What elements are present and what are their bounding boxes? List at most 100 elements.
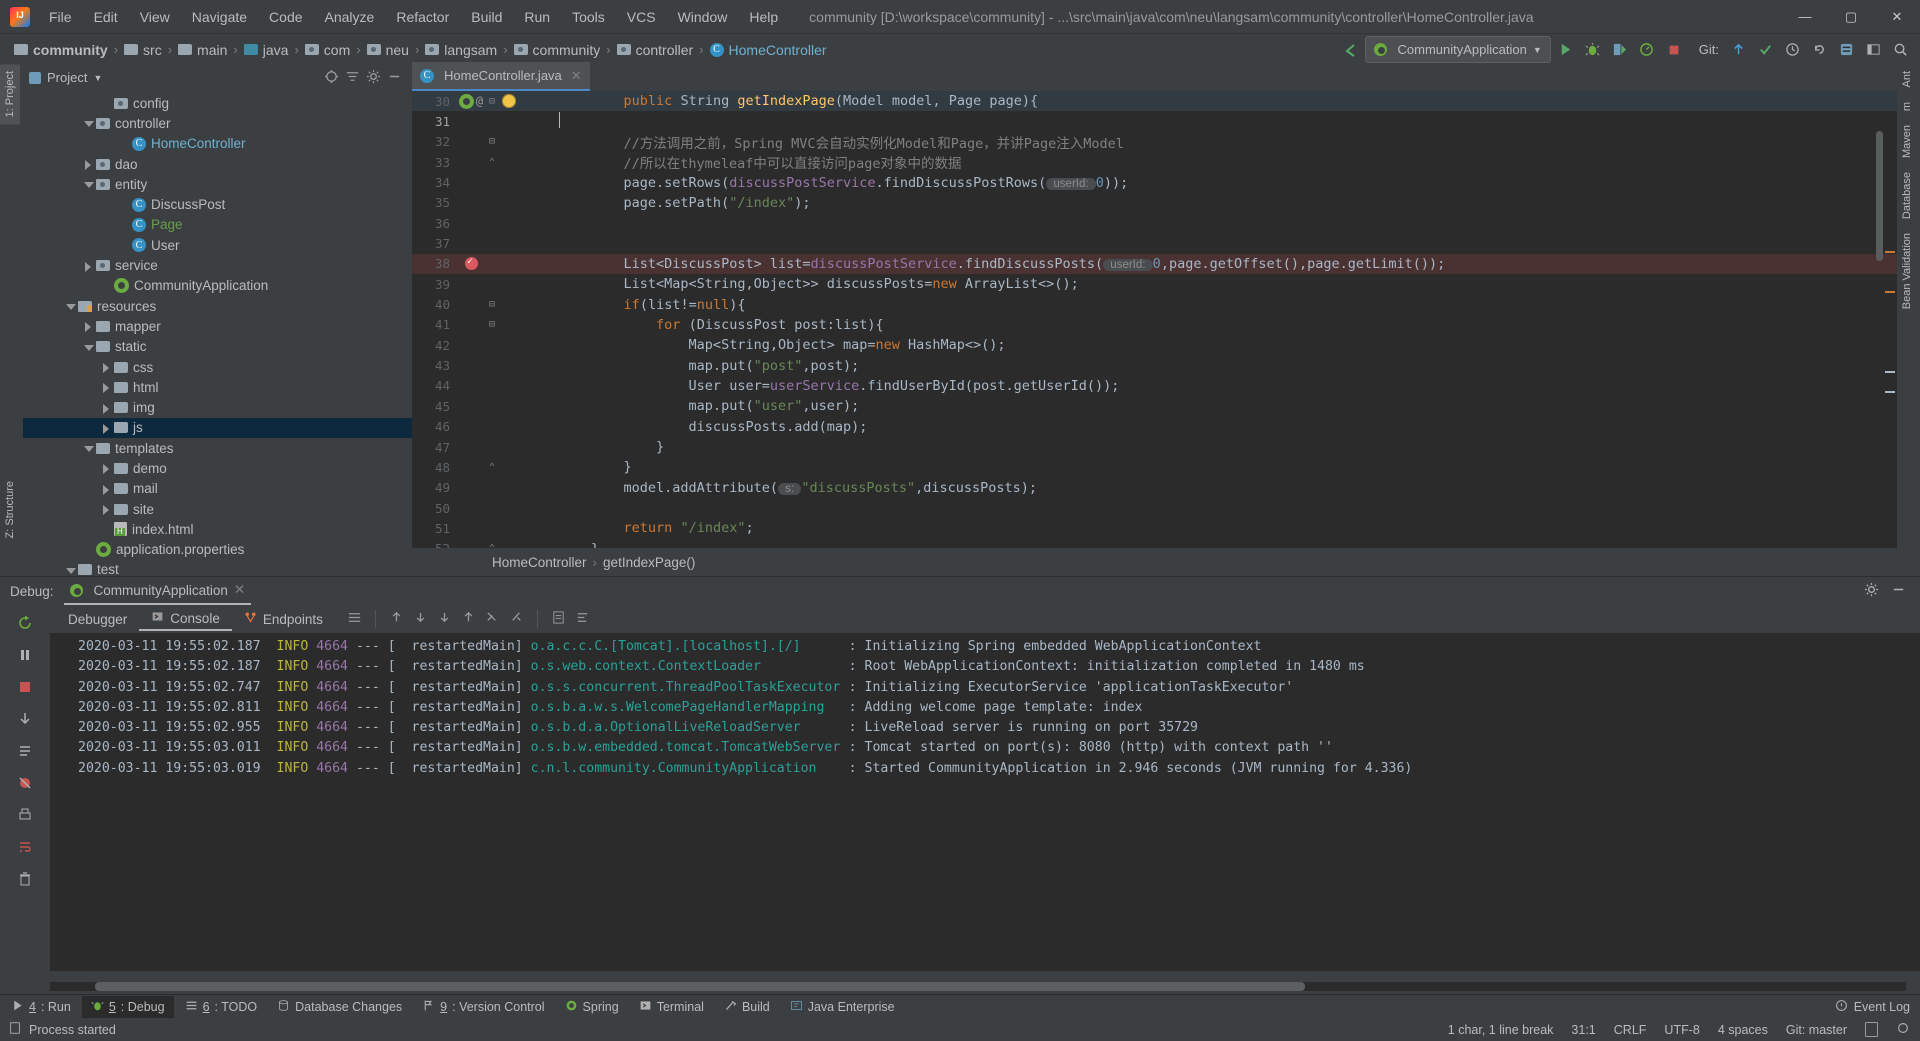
soft-wrap-icon[interactable] xyxy=(17,839,33,858)
tree-node-static[interactable]: static xyxy=(23,337,412,357)
breadcrumb-item-com[interactable]: com xyxy=(301,40,354,60)
tree-node-templates[interactable]: templates xyxy=(23,438,412,458)
chevron-right-icon[interactable] xyxy=(81,259,95,273)
status-indent[interactable]: 4 spaces xyxy=(1718,1023,1768,1037)
fold-toggle-icon[interactable]: ⊟ xyxy=(486,96,498,107)
step-out-icon[interactable] xyxy=(389,610,404,628)
tool-window-tab-spring[interactable]: Spring xyxy=(556,996,628,1018)
breadcrumb-item-langsam[interactable]: langsam xyxy=(421,40,501,60)
rail-tab-maven[interactable]: Maven xyxy=(1897,118,1917,165)
code-line-33[interactable]: 33 ⌃ //所以在thymeleaf中可以直接访问page对象中的数据 xyxy=(412,152,1897,173)
breadcrumb-item-community[interactable]: community xyxy=(10,40,112,60)
tool-window-tab-databasechanges[interactable]: Database Changes xyxy=(268,996,411,1018)
tool-window-tab-debug[interactable]: 5: Debug xyxy=(81,995,174,1018)
error-stripe-marker[interactable] xyxy=(1885,251,1895,253)
hide-icon[interactable] xyxy=(1891,582,1906,600)
chevron-down-icon[interactable] xyxy=(63,563,77,576)
tree-node-entity[interactable]: entity xyxy=(23,174,412,194)
debug-icon[interactable] xyxy=(1581,38,1605,62)
run-to-cursor-icon[interactable] xyxy=(485,610,500,628)
chevron-right-icon[interactable] xyxy=(99,502,113,516)
chevron-down-icon[interactable]: ▼ xyxy=(93,73,102,83)
debug-session-tab[interactable]: CommunityApplication ✕ xyxy=(63,577,252,605)
status-line-separator[interactable]: CRLF xyxy=(1614,1023,1647,1037)
breakpoint-icon[interactable] xyxy=(456,256,486,271)
chevron-down-icon[interactable] xyxy=(63,299,77,313)
project-tree[interactable]: config controller C HomeController dao entity… xyxy=(23,91,412,576)
settings-icon[interactable] xyxy=(575,610,590,628)
debug-tab-console[interactable]: Console xyxy=(139,607,232,631)
code-line-40[interactable]: 40 ⊟ if(list!=null){ xyxy=(412,294,1897,314)
menu-code[interactable]: Code xyxy=(258,5,313,29)
menu-edit[interactable]: Edit xyxy=(83,5,129,29)
tree-node-mapper[interactable]: mapper xyxy=(23,316,412,336)
breadcrumb-item-main[interactable]: main xyxy=(174,40,231,60)
tree-node-homecontroller[interactable]: C HomeController xyxy=(23,134,412,154)
gear-icon[interactable] xyxy=(1864,582,1879,600)
code-line-35[interactable]: 35 page.setPath("/index"); xyxy=(412,193,1897,213)
chevron-right-icon[interactable] xyxy=(81,319,95,333)
annotation-icon[interactable]: @ xyxy=(476,94,483,108)
tree-node-html[interactable]: html xyxy=(23,377,412,397)
code-line-44[interactable]: 44 User user=userService.findUserById(po… xyxy=(412,376,1897,396)
chevron-right-icon[interactable] xyxy=(99,380,113,394)
tool-window-tab-build[interactable]: Build xyxy=(715,996,779,1018)
tool-window-tab-todo[interactable]: 6: TODO xyxy=(176,996,267,1018)
lock-icon[interactable] xyxy=(1865,1022,1878,1037)
run-with-coverage-icon[interactable] xyxy=(1608,38,1632,62)
search-icon[interactable] xyxy=(1888,38,1912,62)
menu-refactor[interactable]: Refactor xyxy=(385,5,460,29)
code-line-36[interactable]: 36 xyxy=(412,213,1897,233)
locate-icon[interactable] xyxy=(324,69,339,87)
menu-help[interactable]: Help xyxy=(738,5,789,29)
chevron-down-icon[interactable] xyxy=(81,340,95,354)
close-icon[interactable]: ✕ xyxy=(571,68,582,84)
menu-analyze[interactable]: Analyze xyxy=(314,5,386,29)
breadcrumb-class[interactable]: HomeController xyxy=(492,555,587,570)
tree-node-discusspost[interactable]: C DiscussPost xyxy=(23,194,412,214)
tree-node-demo[interactable]: demo xyxy=(23,458,412,478)
chevron-right-icon[interactable] xyxy=(81,157,95,171)
status-git-branch[interactable]: Git: master xyxy=(1786,1023,1847,1037)
tool-window-tab-javaenterprise[interactable]: Java Enterprise xyxy=(781,996,904,1018)
force-step-into-icon[interactable] xyxy=(461,610,476,628)
tree-node-site[interactable]: site xyxy=(23,499,412,519)
breadcrumb-method[interactable]: getIndexPage() xyxy=(603,555,695,570)
console-hscrollbar[interactable] xyxy=(50,982,1906,991)
maximize-button[interactable]: ▢ xyxy=(1828,0,1874,33)
git-update-icon[interactable] xyxy=(1726,38,1750,62)
tree-node-dao[interactable]: dao xyxy=(23,154,412,174)
intention-bulb-icon[interactable] xyxy=(498,94,520,109)
print-icon[interactable] xyxy=(17,807,33,826)
chevron-right-icon[interactable] xyxy=(99,461,113,475)
tree-node-test[interactable]: test xyxy=(23,560,412,576)
calculator-icon[interactable] xyxy=(551,610,566,628)
tree-node-user[interactable]: C User xyxy=(23,235,412,255)
breadcrumb-item-controller[interactable]: controller xyxy=(613,40,698,60)
profiler-icon[interactable] xyxy=(1635,38,1659,62)
git-history-icon[interactable] xyxy=(1780,38,1804,62)
breadcrumb-item-community[interactable]: community xyxy=(510,40,605,60)
code-line-32[interactable]: 32 ⊟ //方法调用之前，Spring MVC会自动实例化Model和Page，… xyxy=(412,132,1897,152)
git-commit-icon[interactable] xyxy=(1753,38,1777,62)
close-button[interactable]: ✕ xyxy=(1874,0,1920,33)
debug-tab-endpoints[interactable]: Endpoints xyxy=(232,608,335,630)
tree-node-css[interactable]: css xyxy=(23,357,412,377)
run-configuration-selector[interactable]: CommunityApplication ▼ xyxy=(1364,36,1551,63)
rail-tab-ant[interactable]: Ant xyxy=(1897,64,1917,95)
fold-toggle-icon[interactable]: ⌃ xyxy=(486,462,498,473)
stop-icon[interactable] xyxy=(17,679,33,698)
tree-node-img[interactable]: img xyxy=(23,397,412,417)
code-canvas[interactable]: 30 @ ⊟ public String getIndexPage(Model mo… xyxy=(412,91,1897,576)
step-down-icon[interactable] xyxy=(17,711,33,730)
inspection-icon[interactable] xyxy=(1896,1021,1910,1038)
expand-collapse-icon[interactable] xyxy=(345,69,360,87)
editor-scrollbar[interactable] xyxy=(1876,131,1883,261)
code-line-51[interactable]: 51 return "/index"; xyxy=(412,518,1897,538)
minimize-button[interactable]: — xyxy=(1782,0,1828,33)
trash-icon[interactable] xyxy=(17,871,33,890)
code-line-49[interactable]: 49 model.addAttribute( s: "discussPosts"… xyxy=(412,478,1897,498)
fold-toggle-icon[interactable]: ⊟ xyxy=(486,136,498,147)
breadcrumb-item-neu[interactable]: neu xyxy=(363,40,413,60)
tree-node-mail[interactable]: mail xyxy=(23,479,412,499)
